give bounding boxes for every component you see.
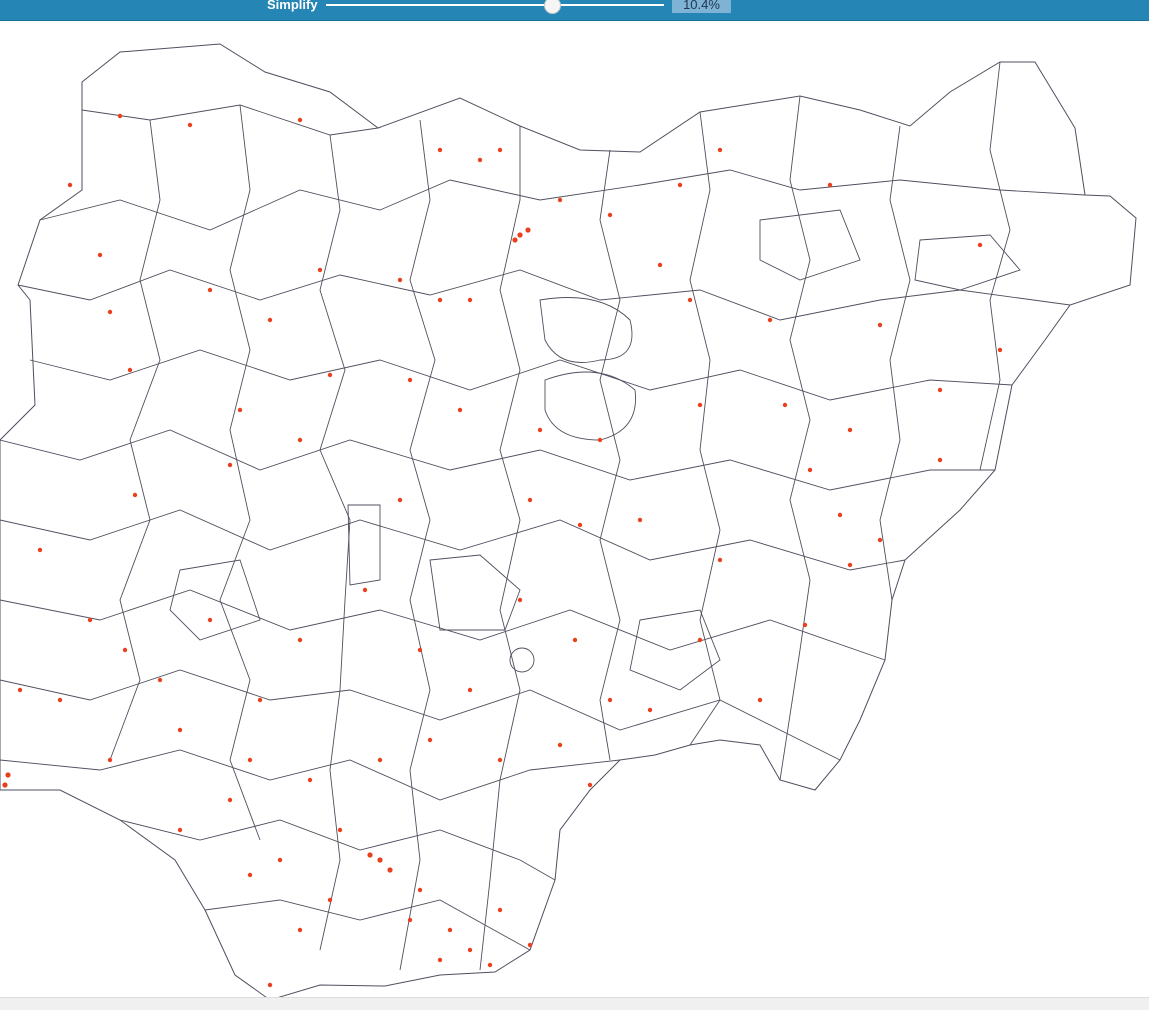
simplify-slider-thumb[interactable] [544, 0, 561, 14]
map-svg[interactable] [0, 20, 1149, 1009]
toolbar: Simplify 10.4% [0, 0, 1149, 21]
simplify-label: Simplify [267, 0, 318, 12]
simplify-slider-track[interactable] [326, 4, 664, 6]
country-outline [0, 43, 1137, 1001]
map-canvas[interactable] [0, 20, 1149, 1009]
bottom-scrollbar[interactable] [0, 997, 1149, 1010]
simplify-percentage-output: 10.4% [672, 0, 731, 13]
